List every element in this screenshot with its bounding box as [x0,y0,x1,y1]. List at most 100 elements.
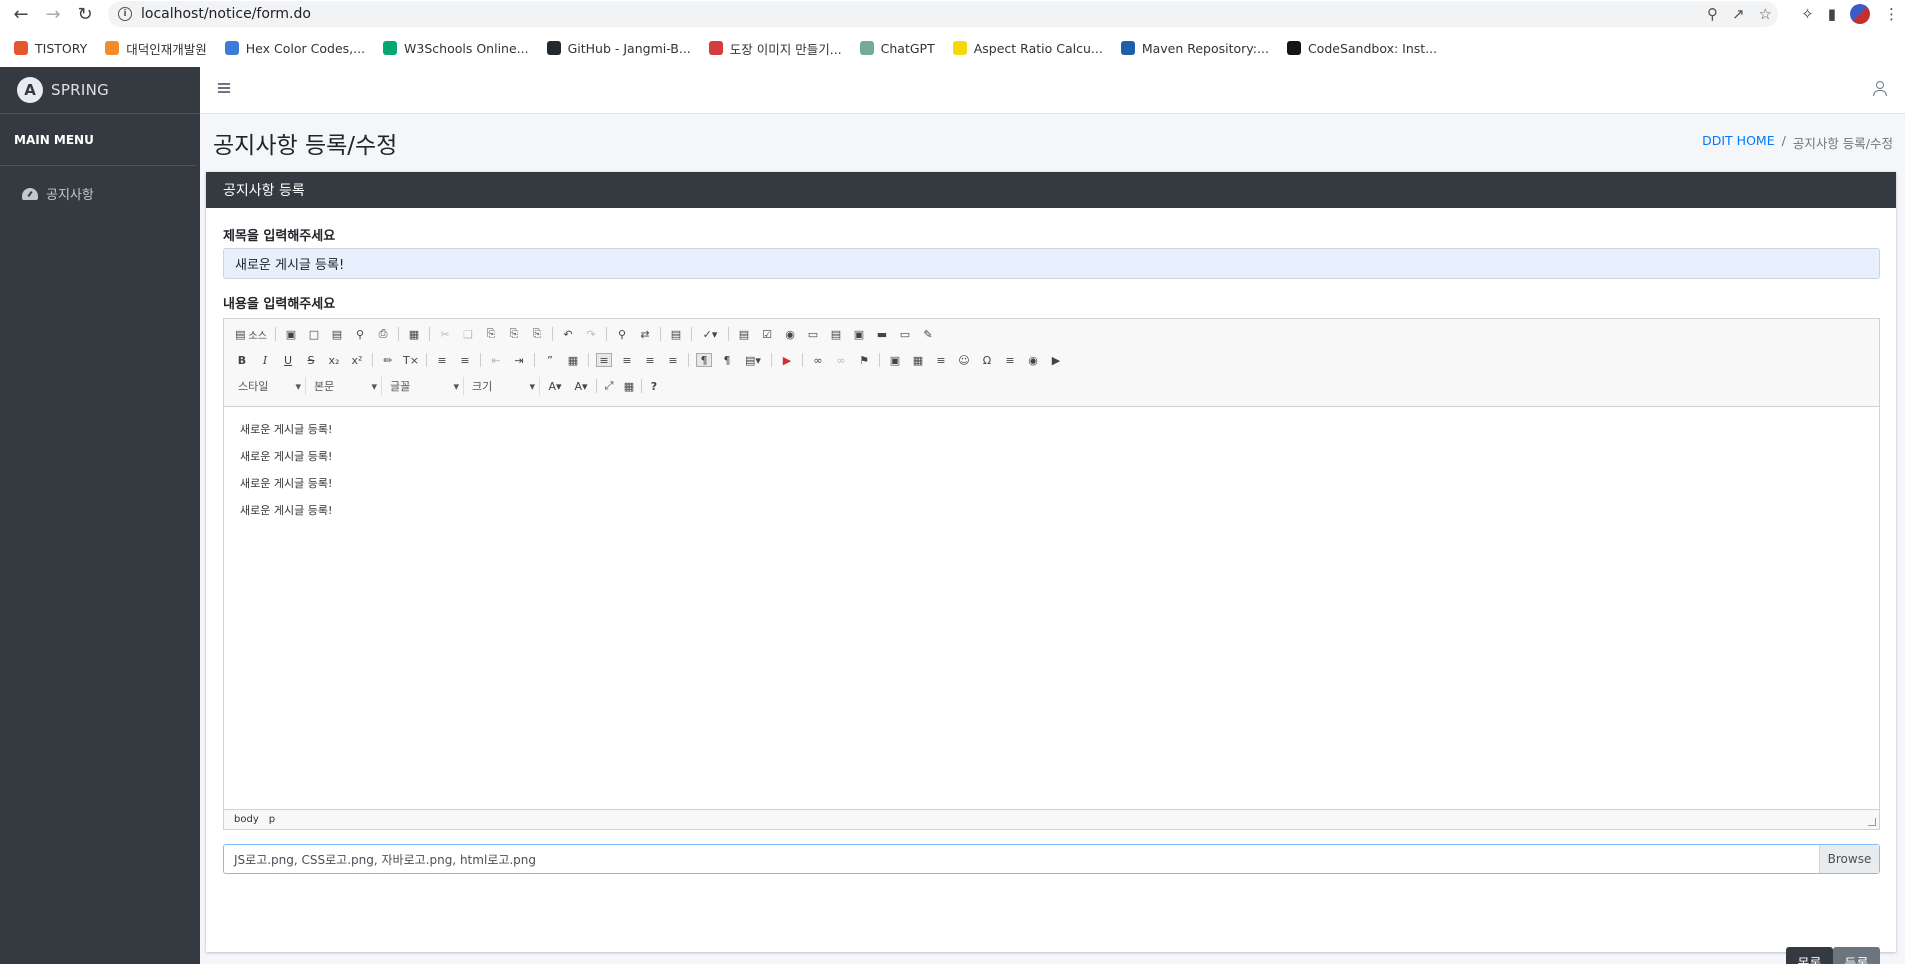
hamburger-icon[interactable] [218,83,230,93]
iframe-icon[interactable]: ◉ [1025,353,1041,367]
submit-button[interactable]: 등록 [1833,947,1880,964]
paste-word-icon[interactable]: ⎘ [529,327,545,341]
help-icon[interactable]: ? [646,379,662,393]
superscript-icon[interactable]: x² [349,353,365,367]
language-icon[interactable]: ▤▾ [742,353,764,367]
underline-icon[interactable]: U [280,353,296,367]
star-icon[interactable]: ☆ [1759,5,1772,23]
user-icon[interactable] [1873,81,1887,97]
bookmark-item[interactable]: TISTORY [14,41,87,56]
bookmark-item[interactable]: 도장 이미지 만들기... [708,39,842,58]
div-icon[interactable]: ▦ [565,353,581,367]
youtube-icon[interactable]: ▶ [779,353,795,367]
bookmark-item[interactable]: CodeSandbox: Inst... [1286,41,1437,56]
breadcrumb-home-link[interactable]: DDIT HOME [1702,133,1774,152]
export-pdf-icon[interactable]: ▤ [329,327,345,341]
preview-icon[interactable]: ⚲ [352,327,368,341]
copy-format-icon[interactable]: ✏ [380,353,396,367]
save-icon[interactable]: ▣ [283,327,299,341]
form-icon[interactable]: ▤ [736,327,752,341]
share-icon[interactable]: ↗ [1732,5,1745,23]
bookmark-item[interactable]: Maven Repository:... [1120,41,1269,56]
indent-icon[interactable]: ⇥ [511,353,527,367]
subscript-icon[interactable]: x₂ [326,353,342,367]
image-icon[interactable]: ▣ [887,353,903,367]
zoom-icon[interactable]: ⚲ [1707,5,1718,23]
show-blocks-icon[interactable]: ▦ [621,379,637,393]
text-color-icon[interactable]: A▾ [544,379,566,393]
justify-icon[interactable]: ≡ [665,353,681,367]
more-menu-icon[interactable]: ⋮ [1884,5,1899,23]
table-icon[interactable]: ▦ [910,353,926,367]
bookmark-item[interactable]: 대덕인재개발원 [105,39,207,58]
bookmark-item[interactable]: W3Schools Online... [383,41,529,56]
remove-format-icon[interactable]: T× [403,353,419,367]
outdent-icon[interactable]: ⇤ [488,353,504,367]
editor-content-area[interactable]: 새로운 게시글 등록! 새로운 게시글 등록! 새로운 게시글 등록! 새로운 … [224,407,1879,810]
sidepanel-icon[interactable]: ▮ [1828,5,1836,23]
bulleted-list-icon[interactable]: ≡ [457,353,473,367]
redo-icon[interactable]: ↷ [583,327,599,341]
align-right-icon[interactable]: ≡ [642,353,658,367]
font-combo[interactable]: 글꼴 ▾ [386,377,464,395]
bookmark-item[interactable]: ChatGPT [859,41,935,56]
anchor-flag-icon[interactable]: ⚑ [856,353,872,367]
file-upload-field[interactable]: JS로고.png, CSS로고.png, 자바로고.png, html로고.pn… [223,844,1880,874]
browse-button[interactable]: Browse [1819,845,1879,873]
back-icon[interactable]: ← [8,1,34,27]
maximize-icon[interactable]: ⤢ [601,379,617,393]
align-center-icon[interactable]: ≡ [619,353,635,367]
button-field-icon[interactable]: ▬ [874,327,890,341]
italic-icon[interactable]: I [257,353,273,367]
list-button[interactable]: 목록 [1786,947,1833,964]
sidebar-item-notice[interactable]: 공지사항 [0,166,200,203]
path-body[interactable]: body [234,814,259,825]
blockquote-icon[interactable]: ” [542,353,558,367]
reload-icon[interactable]: ↻ [72,1,98,27]
align-left-icon[interactable]: ≡ [596,353,612,367]
checkbox-icon[interactable]: ☑ [759,327,775,341]
styles-combo[interactable]: 스타일 ▾ [234,377,306,395]
horizontal-rule-icon[interactable]: ≡ [933,353,949,367]
paste-icon[interactable]: ⎘ [483,327,499,341]
paste-text-icon[interactable]: ⎘ [506,327,522,341]
copy-icon[interactable]: ❏ [460,327,476,341]
link-icon[interactable]: ∞ [810,353,826,367]
textfield-icon[interactable]: ▭ [805,327,821,341]
video-icon[interactable]: ▶ [1048,353,1064,367]
hidden-field-icon[interactable]: ✎ [920,327,936,341]
smiley-icon[interactable]: ☺ [956,353,972,367]
site-info-icon[interactable]: i [118,7,132,21]
extensions-icon[interactable]: ✧ [1801,5,1814,23]
print-icon[interactable]: ⎙ [375,327,391,341]
url-field[interactable]: i localhost/notice/form.do ⚲ ↗ ☆ [108,1,1778,27]
bookmark-item[interactable]: GitHub - Jangmi-B... [546,41,691,56]
rtl-icon[interactable]: ¶ [719,353,735,367]
new-page-icon[interactable]: □ [306,327,322,341]
resize-handle-icon[interactable] [1868,818,1876,826]
undo-icon[interactable]: ↶ [560,327,576,341]
replace-icon[interactable]: ⇄ [637,327,653,341]
templates-icon[interactable]: ▦ [406,327,422,341]
special-char-icon[interactable]: Ω [979,353,995,367]
profile-avatar[interactable] [1850,4,1870,24]
format-combo[interactable]: 본문 ▾ [310,377,382,395]
bookmark-item[interactable]: Aspect Ratio Calcu... [952,41,1103,56]
spellcheck-icon[interactable]: ✓▾ [699,327,721,341]
bookmark-item[interactable]: Hex Color Codes,... [224,41,365,56]
title-input[interactable]: 새로운 게시글 등록! [223,248,1880,279]
textarea-icon[interactable]: ▤ [828,327,844,341]
select-field-icon[interactable]: ▣ [851,327,867,341]
forward-icon[interactable]: → [40,1,66,27]
strike-icon[interactable]: S [303,353,319,367]
brand-link[interactable]: A SPRING [0,67,200,114]
path-p[interactable]: p [269,814,275,825]
size-combo[interactable]: 크기 ▾ [468,377,540,395]
unlink-icon[interactable]: ∞ [833,353,849,367]
image-button-icon[interactable]: ▭ [897,327,913,341]
select-all-icon[interactable]: ▤ [668,327,684,341]
page-break-icon[interactable]: ≡ [1002,353,1018,367]
bold-icon[interactable]: B [234,353,250,367]
find-icon[interactable]: ⚲ [614,327,630,341]
numbered-list-icon[interactable]: ≡ [434,353,450,367]
